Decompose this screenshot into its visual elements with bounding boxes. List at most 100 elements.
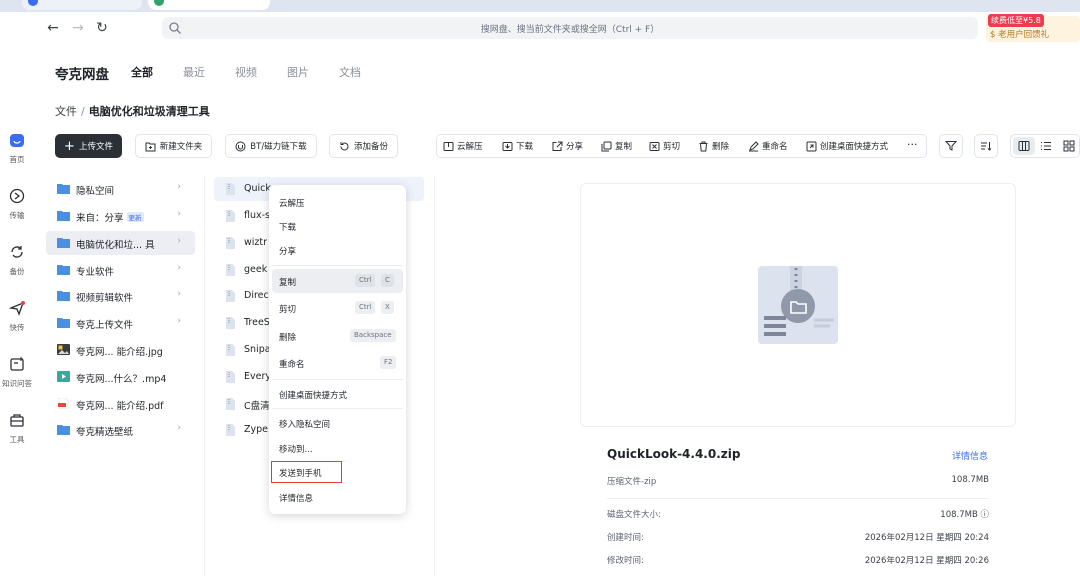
tree-item-uploads[interactable]: 夸克上传文件 › [46,311,195,335]
details-link[interactable]: 详情信息 [952,449,988,462]
rail-item-backup[interactable]: 备份 [0,244,34,277]
refresh-icon[interactable]: ↻ [94,20,110,36]
forward-arrow-icon[interactable]: → [70,20,86,36]
filter-icon [945,141,957,151]
tree-item-label: 专业软件 [76,267,115,278]
rail-item-quick-send[interactable]: 快传 [0,300,34,333]
tab-image[interactable]: 图片 [287,64,309,80]
rail-label: 工具 [9,435,25,444]
desktop-shortcut-label: 创建桌面快捷方式 [820,142,889,152]
desktop-shortcut-button[interactable]: 创建桌面快捷方式 [806,140,888,152]
browser-tab-active[interactable] [148,0,270,10]
cut-label: 剪切 [663,142,681,152]
menu-item-share[interactable]: 分享 [272,238,403,262]
plus-icon: + [64,138,75,154]
column-view-icon[interactable] [1018,140,1030,152]
file-name: Every [244,371,271,382]
rail-item-home[interactable]: 首页 [0,132,34,165]
tree-item-label: 隐私空间 [76,186,115,197]
menu-item-cut[interactable]: 剪切 Ctrl X [272,296,403,320]
back-arrow-icon[interactable]: ← [45,20,61,36]
chevron-right-icon[interactable]: › [177,289,181,299]
add-backup-button[interactable]: 添加备份 [329,134,398,158]
left-rail: 首页 传输 备份 快传 知识问答 工具 [0,46,34,576]
tree-item-intro-pdf[interactable]: 夸克网... 能介绍.pdf [46,392,195,416]
menu-item-label: 下载 [279,223,297,233]
zip-file-icon [226,344,235,356]
breadcrumb-root[interactable]: 文件 [55,105,77,118]
disk-size-value: 108.7MB ⓘ [940,510,989,520]
folder-icon [57,184,70,194]
menu-item-move-to[interactable]: 移动到... [272,436,403,460]
tab-all[interactable]: 全部 [131,64,153,80]
tree-item-label: 电脑优化和垃... 具 [76,240,155,251]
file-name: geek [244,264,268,275]
rail-label: 首页 [9,155,25,164]
menu-item-download[interactable]: 下载 [272,214,403,238]
chevron-right-icon[interactable]: › [177,236,181,246]
sort-button[interactable] [974,134,998,158]
menu-item-label: 分享 [279,247,297,257]
tab-video[interactable]: 视频 [235,64,257,80]
extract-button[interactable]: 云解压 [443,140,483,152]
download-button[interactable]: 下载 [502,140,533,152]
rail-item-tools[interactable]: 工具 [0,412,34,445]
folder-icon [57,425,70,435]
share-button[interactable]: 分享 [552,140,583,152]
tree-item-pro-software[interactable]: 专业软件 › [46,258,195,282]
chevron-right-icon[interactable]: › [177,423,181,433]
menu-item-move-to-private[interactable]: 移入隐私空间 [272,411,403,435]
tab-doc[interactable]: 文档 [339,64,361,80]
tree-item-intro-mp4[interactable]: 夸克网...什么？.mp4 [46,365,195,389]
chevron-right-icon[interactable]: › [177,316,181,326]
delete-button[interactable]: 删除 [698,140,729,152]
search-placeholder: 搜网盘、搜当前文件夹或搜全网（Ctrl + F） [480,25,660,35]
promo-banner[interactable]: 续费低至¥5.8 $ 老用户回馈礼 [986,14,1080,42]
list-view-icon[interactable] [1040,140,1052,152]
file-name: TreeS [244,317,270,328]
tree-item-intro-jpg[interactable]: 夸克网... 能介绍.jpg [46,338,195,362]
zip-archive-icon [758,266,838,344]
new-folder-button[interactable]: 新建文件夹 [135,134,212,158]
folder-icon [57,265,70,275]
chevron-right-icon[interactable]: › [177,263,181,273]
folder-icon [57,291,70,301]
rail-item-transfer[interactable]: 传输 [0,188,34,221]
tab-recent[interactable]: 最近 [183,64,205,80]
zip-file-icon [226,424,235,436]
menu-item-copy[interactable]: 复制 Ctrl C [272,269,403,293]
more-button[interactable]: ··· [907,138,918,151]
zip-file-icon [226,210,235,222]
browser-tab[interactable] [22,0,142,10]
tree-item-private-space[interactable]: 隐私空间 › [46,177,195,201]
bt-download-button[interactable]: BT/磁力链下载 [225,134,317,158]
menu-item-desktop-shortcut[interactable]: 创建桌面快捷方式 [272,382,403,406]
menu-item-details[interactable]: 详情信息 [272,485,403,509]
file-name: C盘清 [244,401,270,412]
chevron-right-icon[interactable]: › [177,182,181,192]
cut-button[interactable]: 剪切 [649,140,680,152]
tree-item-video-editing[interactable]: 视频剪辑软件 › [46,284,195,308]
transfer-icon [9,188,25,204]
menu-item-rename[interactable]: 重命名 F2 [272,351,403,375]
quick-send-icon [8,301,25,316]
grid-view-icon[interactable] [1063,140,1075,152]
upload-button[interactable]: + 上传文件 [55,134,122,158]
tree-item-shared[interactable]: 来自：分享 更新 › [46,204,195,228]
chevron-right-icon[interactable]: › [177,209,181,219]
video-thumbnail-icon [57,371,70,382]
rename-button[interactable]: 重命名 [748,140,788,152]
filter-button[interactable] [939,134,963,158]
menu-item-extract[interactable]: 云解压 [272,190,403,214]
rail-item-qa[interactable]: 知识问答 [0,356,34,389]
search-input[interactable]: 搜网盘、搜当前文件夹或搜全网（Ctrl + F） [162,17,978,39]
copy-button[interactable]: 复制 [601,140,632,152]
upload-label: 上传文件 [78,142,113,152]
menu-item-delete[interactable]: 删除 Backspace [272,324,403,348]
tree-item-cleanup-tools[interactable]: 电脑优化和垃... 具 › [46,231,195,255]
trash-icon [699,141,708,151]
breadcrumb-current: 电脑优化和垃圾清理工具 [88,105,210,118]
created-value: 2026年02月12日 星期四 20:24 [864,533,989,543]
tree-item-wallpapers[interactable]: 夸克精选壁纸 › [46,418,195,442]
pencil-icon [749,140,759,151]
